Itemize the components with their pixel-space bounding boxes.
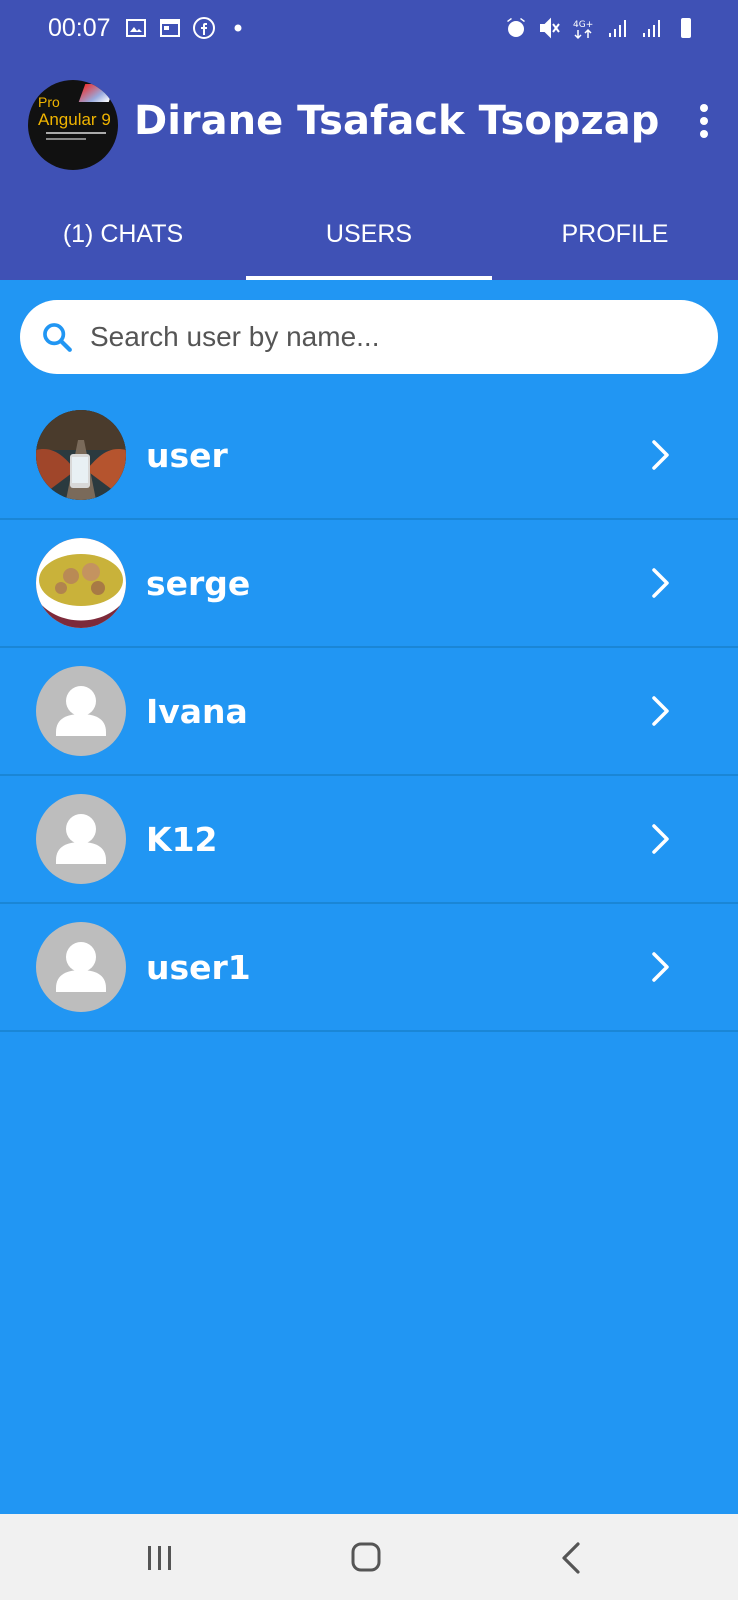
back-icon[interactable] xyxy=(552,1542,592,1574)
avatar-text-angular: Angular 9 xyxy=(38,110,111,129)
app-bar: Pro Angular 9 Dirane Tsafack Tsopzap xyxy=(0,60,738,196)
avatar xyxy=(36,922,126,1012)
search-bar xyxy=(20,300,718,374)
facebook-icon xyxy=(192,16,216,40)
chevron-right-icon xyxy=(650,951,672,983)
list-item[interactable]: user xyxy=(0,392,738,520)
tab-bar: (1) CHATS USERS PROFILE xyxy=(0,196,738,280)
tab-profile[interactable]: PROFILE xyxy=(492,196,738,280)
list-item[interactable]: user1 xyxy=(0,904,738,1032)
chevron-right-icon xyxy=(650,567,672,599)
avatar xyxy=(36,538,126,628)
status-bar: 00:07 4G+ xyxy=(0,0,738,60)
user-list: user serge Ivana K12 user1 xyxy=(0,392,738,1032)
tab-users[interactable]: USERS xyxy=(246,196,492,280)
user-name: serge xyxy=(146,563,251,603)
4g-icon: 4G+ xyxy=(572,16,596,40)
calendar-icon xyxy=(158,16,182,40)
home-icon[interactable] xyxy=(346,1542,386,1574)
battery-icon xyxy=(674,16,698,40)
tab-chats[interactable]: (1) CHATS xyxy=(0,196,246,280)
user-name: user xyxy=(146,435,228,475)
navigation-bar xyxy=(0,1514,738,1600)
search-icon xyxy=(40,320,74,354)
chevron-right-icon xyxy=(650,439,672,471)
avatar xyxy=(36,410,126,500)
avatar xyxy=(36,794,126,884)
app-title: Dirane Tsafack Tsopzap xyxy=(134,98,660,144)
list-item[interactable]: K12 xyxy=(0,776,738,904)
user-name: user1 xyxy=(146,947,251,987)
signal-icon xyxy=(606,16,630,40)
recent-apps-icon[interactable] xyxy=(140,1542,180,1574)
list-item[interactable]: Ivana xyxy=(0,648,738,776)
status-time: 00:07 xyxy=(48,14,111,42)
chevron-right-icon xyxy=(650,823,672,855)
network-label: 4G+ xyxy=(573,20,593,30)
mute-icon xyxy=(538,16,562,40)
chevron-right-icon xyxy=(650,695,672,727)
user-name: K12 xyxy=(146,819,218,859)
user-name: Ivana xyxy=(146,691,248,731)
profile-avatar[interactable]: Pro Angular 9 xyxy=(28,80,118,170)
search-input[interactable] xyxy=(88,320,652,354)
more-options-icon[interactable] xyxy=(692,104,716,144)
avatar xyxy=(36,666,126,756)
signal-icon xyxy=(640,16,664,40)
alarm-icon xyxy=(504,16,528,40)
list-item[interactable]: serge xyxy=(0,520,738,648)
avatar-text-pro: Pro xyxy=(38,94,60,110)
dot-icon xyxy=(226,16,250,40)
image-icon xyxy=(124,16,148,40)
